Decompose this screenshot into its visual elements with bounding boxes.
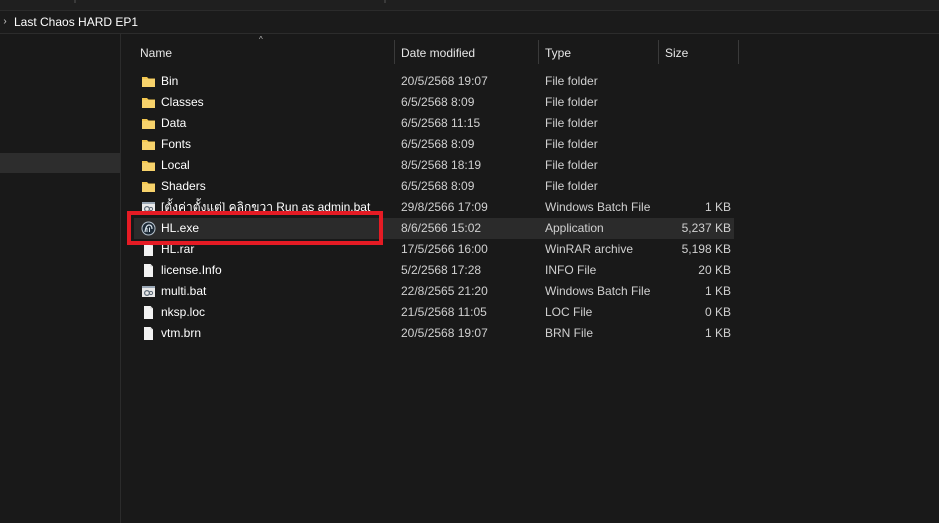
file-type: BRN File [545, 326, 594, 340]
sort-ascending-icon: ^ [259, 35, 263, 44]
file-row[interactable]: Data 6/5/2568 11:15 File folder [134, 113, 734, 134]
folder-icon [141, 116, 156, 131]
file-type: WinRAR archive [545, 242, 634, 256]
file-type: File folder [545, 137, 598, 151]
column-header-row: ^ Name Date modified Type Size [121, 34, 939, 70]
file-row[interactable]: Local 8/5/2568 18:19 File folder [134, 155, 734, 176]
file-name[interactable]: HL.exe [161, 218, 391, 239]
file-name[interactable]: Fonts [161, 134, 391, 155]
document-icon [141, 263, 156, 278]
file-size: 20 KB [698, 263, 731, 277]
folder-icon [141, 179, 156, 194]
nav-selected-item[interactable] [0, 153, 120, 173]
file-type: File folder [545, 179, 598, 193]
file-type: Windows Batch File [545, 200, 651, 214]
file-row[interactable]: Classes 6/5/2568 8:09 File folder [134, 92, 734, 113]
file-date-modified: 6/5/2568 8:09 [401, 179, 475, 193]
file-row[interactable]: Bin 20/5/2568 19:07 File folder [134, 71, 734, 92]
file-name[interactable]: Classes [161, 92, 391, 113]
file-date-modified: 6/5/2568 8:09 [401, 95, 475, 109]
file-type: File folder [545, 158, 598, 172]
file-type: INFO File [545, 263, 597, 277]
file-name[interactable]: nksp.loc [161, 302, 391, 323]
file-type: File folder [545, 74, 598, 88]
file-date-modified: 6/5/2568 11:15 [401, 116, 481, 130]
file-name[interactable]: multi.bat [161, 281, 391, 302]
file-row[interactable]: [ตั้งค่าตั้งแต่] คลิกขวา Run as admin.ba… [134, 197, 734, 218]
breadcrumb-current-folder[interactable]: Last Chaos HARD EP1 [14, 15, 138, 29]
file-type: File folder [545, 116, 598, 130]
file-list[interactable]: ^ Name Date modified Type Size Bin 20/5/2… [121, 34, 939, 523]
column-divider[interactable] [658, 40, 659, 64]
file-row[interactable]: HL.exe 8/6/2566 15:02 Application 5,237 KB [134, 218, 734, 239]
file-date-modified: 6/5/2568 8:09 [401, 137, 475, 151]
batch-file-icon [141, 284, 156, 299]
address-bar[interactable]: › Last Chaos HARD EP1 [0, 11, 939, 34]
document-icon [141, 305, 156, 320]
file-name[interactable]: Shaders [161, 176, 391, 197]
column-divider[interactable] [738, 40, 739, 64]
column-divider[interactable] [394, 40, 395, 64]
folder-icon [141, 158, 156, 173]
file-type: LOC File [545, 305, 593, 319]
file-row[interactable]: multi.bat 22/8/2565 21:20 Windows Batch Fi… [134, 281, 734, 302]
file-name[interactable]: license.Info [161, 260, 391, 281]
document-icon [141, 326, 156, 341]
navigation-pane[interactable] [0, 34, 121, 523]
file-name[interactable]: [ตั้งค่าตั้งแต่] คลิกขวา Run as admin.ba… [161, 197, 391, 218]
file-size: 1 KB [704, 326, 731, 340]
file-type: File folder [545, 95, 598, 109]
file-name[interactable]: HL.rar [161, 239, 391, 260]
file-size: 5,237 KB [681, 221, 731, 235]
application-icon [141, 221, 156, 236]
file-name[interactable]: Data [161, 113, 391, 134]
file-size: 1 KB [704, 284, 731, 298]
file-date-modified: 29/8/2566 17:09 [401, 200, 488, 214]
folder-icon [141, 95, 156, 110]
top-strip-mark [384, 0, 386, 3]
file-date-modified: 21/5/2568 11:05 [401, 305, 487, 319]
file-date-modified: 20/5/2568 19:07 [401, 74, 488, 88]
file-name[interactable]: Bin [161, 71, 391, 92]
file-size: 1 KB [704, 200, 731, 214]
file-date-modified: 8/5/2568 18:19 [401, 158, 482, 172]
column-header-size[interactable]: Size [665, 46, 688, 60]
column-divider[interactable] [538, 40, 539, 64]
file-name[interactable]: vtm.brn [161, 323, 391, 344]
file-date-modified: 5/2/2568 17:28 [401, 263, 482, 277]
chevron-right-icon[interactable]: › [0, 15, 10, 29]
file-date-modified: 17/5/2566 16:00 [401, 242, 488, 256]
column-header-name[interactable]: Name [140, 46, 172, 60]
file-row[interactable]: Shaders 6/5/2568 8:09 File folder [134, 176, 734, 197]
document-icon [141, 242, 156, 257]
folder-icon [141, 74, 156, 89]
file-date-modified: 22/8/2565 21:20 [401, 284, 488, 298]
file-size: 5,198 KB [681, 242, 731, 256]
file-type: Windows Batch File [545, 284, 651, 298]
file-size: 0 KB [704, 305, 731, 319]
window-top-strip [0, 0, 939, 11]
top-strip-mark [74, 0, 76, 3]
folder-icon [141, 137, 156, 152]
file-date-modified: 20/5/2568 19:07 [401, 326, 488, 340]
file-name[interactable]: Local [161, 155, 391, 176]
file-row[interactable]: Fonts 6/5/2568 8:09 File folder [134, 134, 734, 155]
file-type: Application [545, 221, 604, 235]
column-header-date-modified[interactable]: Date modified [401, 46, 475, 60]
file-row[interactable]: HL.rar 17/5/2566 16:00 WinRAR archive 5,198… [134, 239, 734, 260]
file-row[interactable]: license.Info 5/2/2568 17:28 INFO File 20 KB [134, 260, 734, 281]
file-row[interactable]: nksp.loc 21/5/2568 11:05 LOC File 0 KB [134, 302, 734, 323]
column-header-type[interactable]: Type [545, 46, 571, 60]
file-date-modified: 8/6/2566 15:02 [401, 221, 482, 235]
batch-file-icon [141, 200, 156, 215]
file-row[interactable]: vtm.brn 20/5/2568 19:07 BRN File 1 KB [134, 323, 734, 344]
